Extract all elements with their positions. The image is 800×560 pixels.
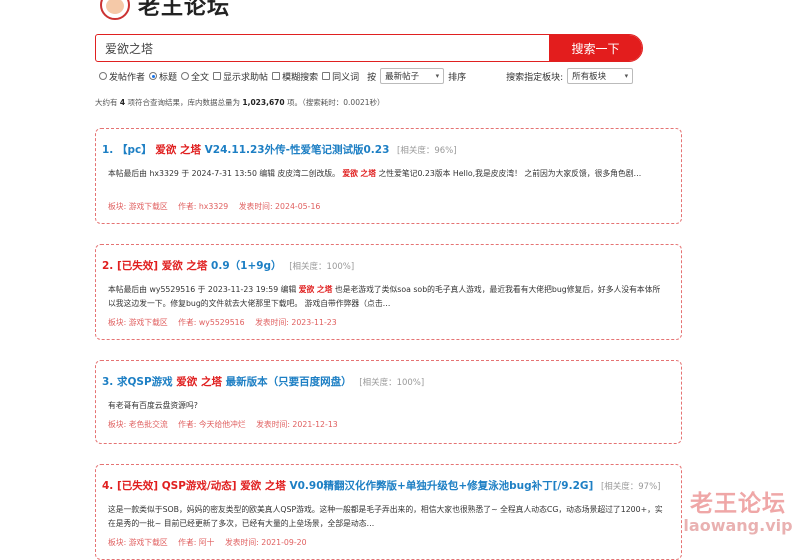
board-label: 搜索指定板块: [506,72,564,83]
search-button[interactable]: 搜索一下 [549,35,642,61]
check-fuzzy-control[interactable] [272,72,281,80]
radio-title[interactable]: 标题 [149,70,177,83]
result-title-text: 0.9（1+9g） [211,260,282,272]
result-time: 发表时间: 2024-05-16 [238,202,321,211]
result-meta: 板块: 游戏下载区 作者: 阿十 发表时间: 2021-09-20 [108,537,315,548]
sort-suffix: 排序 [448,72,467,83]
result-title-highlight: 爱欲 [155,144,177,156]
result-time: 发表时间: 2021-09-20 [224,538,307,547]
radio-title-label: 标题 [159,72,178,83]
check-synonym-control[interactable] [322,72,331,80]
result-time: 发表时间: 2023-11-23 [255,318,337,327]
result-relevance: [相关度：100%] [359,378,425,388]
result-card: 1. 【pc】 爱欲 之塔 V24.11.23外传-性爱笔记测试版0.23 [相… [95,128,682,224]
result-title-highlight: 之塔 [186,260,208,272]
result-card: 3. 求QSP游戏 爱欲 之塔 最新版本（只要百度网盘） [相关度：100%] … [95,360,682,444]
result-title-prefix: 1. 【pc】 [102,144,152,156]
result-author[interactable]: 作者: wy5529516 [178,318,244,327]
sort-select-value: 最新帖子 [385,72,420,82]
check-show-help-control[interactable] [213,72,222,80]
check-fuzzy[interactable]: 模糊搜索 [272,70,318,83]
result-board[interactable]: 板块: 游戏下载区 [108,538,168,547]
stats-text-3: 项。（搜索耗时：0.0021秒） [287,98,385,107]
result-title-text: V24.11.23外传-性爱笔记测试版0.23 [204,144,390,156]
logo-avatar-icon [100,0,130,20]
result-title-highlight: 之塔 [264,480,286,492]
result-title-link[interactable]: 2. [已失效] 爱欲 之塔 0.9（1+9g） [相关度：100%] [102,258,354,273]
check-synonym-label: 同义词 [332,72,360,83]
radio-author-control[interactable] [99,72,107,80]
result-relevance: [相关度：97%] [600,482,661,492]
search-input[interactable] [96,35,560,61]
stats-total: 1,023,670 [242,98,285,107]
result-meta: 板块: 游戏下载区 作者: hx3329 发表时间: 2024-05-16 [108,201,328,212]
result-title-highlight: 爱欲 [176,376,198,388]
check-show-help[interactable]: 显示求助帖 [213,70,268,83]
board-select-value: 所有板块 [572,72,607,82]
result-desc: 本帖最后由 wy5529516 于 2023-11-23 19:59 编辑 爱欲… [108,285,661,308]
result-desc: 这是一款类似于SOB，妈妈的密友类型的欧美真人QSP游戏。这种一般都是毛子弄出来… [108,505,663,528]
result-title-prefix: 4. [已失效] QSP游戏/动态] [102,480,237,492]
stats-text-1: 大约有 [95,98,118,107]
sort-select[interactable]: 最新帖子 ▾ [380,68,445,84]
result-title-highlight: 爱欲 [161,260,183,272]
result-card: 4. [已失效] QSP游戏/动态] 爱欲 之塔 V0.90精翻汉化作弊版+单独… [95,464,682,560]
watermark-url: laowang.vip [683,516,793,535]
result-title-highlight: 之塔 [180,144,202,156]
result-meta: 板块: 游戏下载区 作者: wy5529516 发表时间: 2023-11-23 [108,317,345,328]
site-logo[interactable]: 老王论坛 [100,0,230,22]
sort-prefix: 按 [367,72,377,83]
check-fuzzy-label: 模糊搜索 [282,72,319,83]
result-title-link[interactable]: 1. 【pc】 爱欲 之塔 V24.11.23外传-性爱笔记测试版0.23 [相… [102,142,457,157]
result-relevance: [相关度：100%] [289,262,355,272]
result-desc: 本帖最后由 hx3329 于 2024-7-31 13:50 编辑 皮皮湾二创改… [108,169,642,178]
result-card: 2. [已失效] 爱欲 之塔 0.9（1+9g） [相关度：100%] 本帖最后… [95,244,682,340]
result-board[interactable]: 板块: 老色批交流 [108,420,168,429]
result-title-text: V0.90精翻汉化作弊版+单独升级包+修复泳池bug补丁[/9.2G] [289,480,594,492]
check-synonym[interactable]: 同义词 [322,70,359,83]
result-title-highlight: 之塔 [200,376,222,388]
chevron-down-icon: ▾ [624,72,629,80]
result-author[interactable]: 作者: 今天给他冲烂 [178,420,245,429]
result-title-highlight: 爱欲 [240,480,262,492]
result-title-link[interactable]: 3. 求QSP游戏 爱欲 之塔 最新版本（只要百度网盘） [相关度：100%] [102,374,424,389]
watermark-title: 老王论坛 [690,491,786,517]
result-title-prefix: 2. [已失效] [102,260,159,272]
result-author[interactable]: 作者: hx3329 [178,202,228,211]
result-title-prefix: 3. 求QSP游戏 [102,376,173,388]
result-relevance: [相关度：96%] [397,146,457,156]
result-meta: 板块: 老色批交流 作者: 今天给他冲烂 发表时间: 2021-12-13 [108,419,346,430]
search-stats: 大约有 4 项符合查询结果，库内数据总量为 1,023,670 项。（搜索耗时：… [95,97,385,108]
check-show-help-label: 显示求助帖 [223,72,269,83]
radio-title-control[interactable] [149,72,158,80]
search-box: 搜索一下 [95,34,643,62]
radio-fulltext-control[interactable] [181,72,190,80]
radio-fulltext-label: 全文 [191,72,210,83]
result-board[interactable]: 板块: 游戏下载区 [108,318,168,327]
result-board[interactable]: 板块: 游戏下载区 [108,202,168,211]
radio-author[interactable]: 发帖作者 [99,70,145,83]
board-select[interactable]: 所有板块 ▾ [567,68,634,84]
result-title-text: 最新版本（只要百度网盘） [225,376,352,388]
radio-author-label: 发帖作者 [109,72,146,83]
radio-fulltext[interactable]: 全文 [181,70,209,83]
result-author[interactable]: 作者: 阿十 [178,538,214,547]
site-watermark: 老王论坛 laowang.vip [683,484,793,535]
stats-text-2: 项符合查询结果，库内数据总量为 [127,98,241,107]
stats-count: 4 [119,98,126,107]
result-desc: 有老哥有百度云盘资源吗? [108,401,198,410]
result-time: 发表时间: 2021-12-13 [256,420,338,429]
result-title-link[interactable]: 4. [已失效] QSP游戏/动态] 爱欲 之塔 V0.90精翻汉化作弊版+单独… [102,478,660,493]
search-options: 发帖作者 标题 全文 显示求助帖 模糊搜索 同义词 按 最新帖子 ▾ 排序 搜索… [99,68,637,84]
site-title: 老王论坛 [138,0,231,20]
chevron-down-icon: ▾ [435,72,440,80]
